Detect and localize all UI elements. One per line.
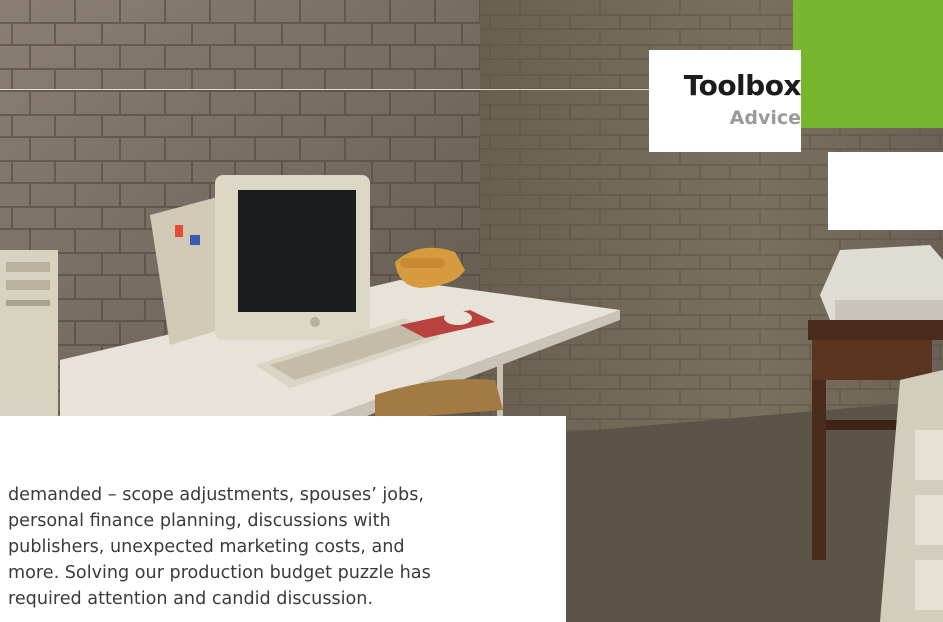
pc-tower — [0, 250, 58, 420]
article-line: personal finance planning, discussions w… — [8, 511, 391, 531]
article-line: required attention and candid discussion… — [8, 589, 374, 609]
printer — [820, 245, 943, 320]
mouse — [444, 311, 472, 325]
divider-line — [0, 89, 650, 90]
badge-subtitle: Advice — [729, 107, 801, 129]
article-body: demanded – scope adjustments, spouses’ j… — [8, 482, 563, 612]
article-line: publishers, unexpected marketing costs, … — [8, 537, 405, 557]
article-line: more. Solving our production budget puzz… — [8, 563, 431, 583]
section-badge: Toolbox Advice — [649, 50, 802, 152]
badge-title: Toolbox — [683, 69, 802, 102]
white-block-right — [828, 152, 943, 230]
accent-block — [793, 0, 943, 128]
article-line: demanded – scope adjustments, spouses’ j… — [8, 485, 424, 505]
